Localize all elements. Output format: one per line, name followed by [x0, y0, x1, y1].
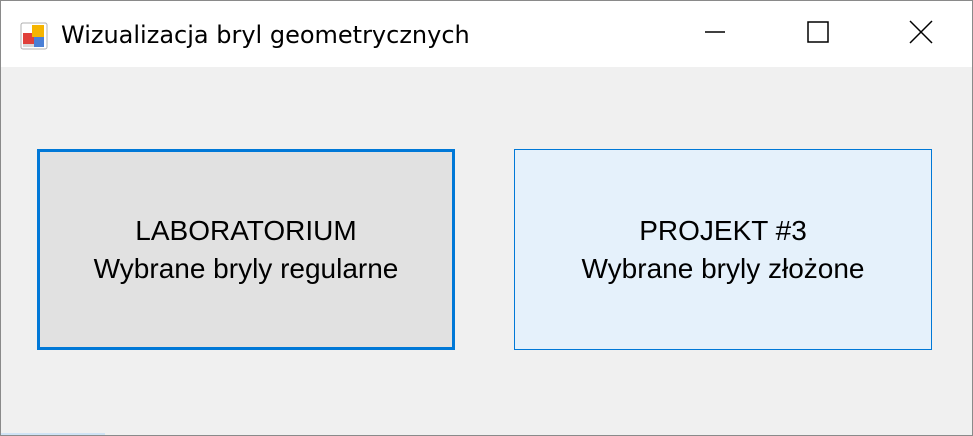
- app-window: Wizualizacja bryl geometrycznych LABORAT…: [0, 0, 973, 436]
- projekt-button-subtitle: Wybrane bryly złożone: [581, 252, 865, 284]
- laboratorium-button-subtitle: Wybrane bryly regularne: [93, 252, 399, 284]
- title-bar[interactable]: Wizualizacja bryl geometrycznych: [1, 1, 972, 67]
- client-area: LABORATORIUM Wybrane bryly regularne PRO…: [1, 67, 972, 435]
- window-title: Wizualizacja bryl geometrycznych: [61, 21, 470, 49]
- projekt-button-title: PROJEKT #3: [639, 214, 807, 246]
- laboratorium-button[interactable]: LABORATORIUM Wybrane bryly regularne: [37, 149, 455, 350]
- maximize-button[interactable]: [766, 1, 869, 67]
- minimize-icon: [704, 21, 726, 48]
- laboratorium-button-title: LABORATORIUM: [135, 214, 357, 246]
- projekt-button[interactable]: PROJEKT #3 Wybrane bryly złożone: [514, 149, 932, 350]
- maximize-icon: [806, 20, 829, 48]
- bottom-edge-highlight: [1, 433, 105, 435]
- minimize-button[interactable]: [663, 1, 766, 67]
- close-icon: [908, 19, 933, 49]
- app-icon: [20, 22, 48, 50]
- close-button[interactable]: [869, 1, 972, 67]
